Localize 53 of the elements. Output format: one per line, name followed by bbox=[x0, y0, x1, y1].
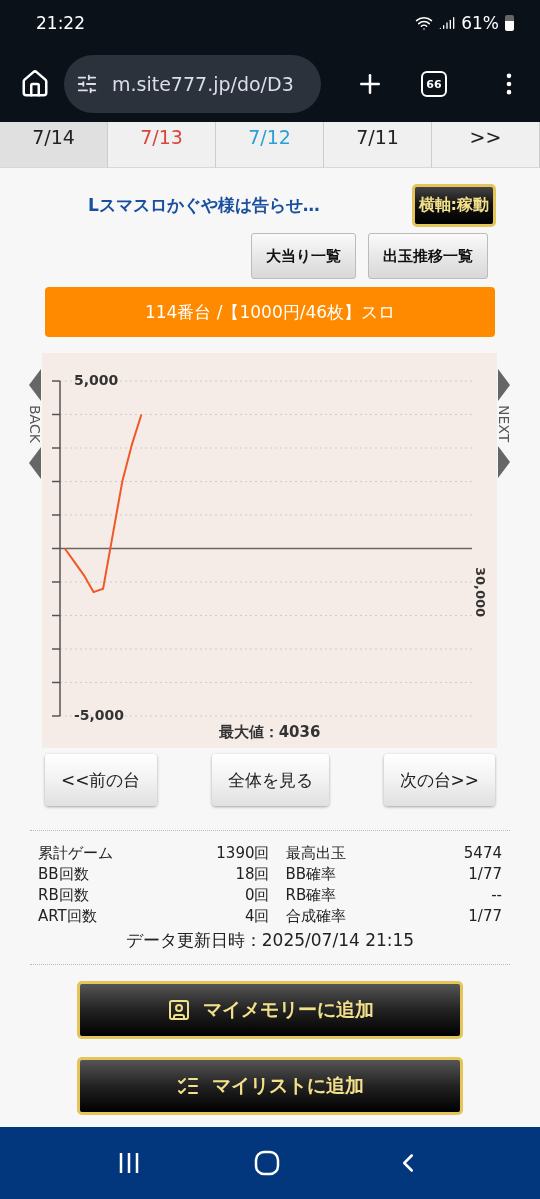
stat-value: 4回 bbox=[243, 906, 270, 927]
add-button[interactable]: マイリストに追加 bbox=[77, 1057, 463, 1115]
date-tab[interactable]: 7/13 bbox=[108, 122, 216, 168]
back-arrow-icon[interactable] bbox=[29, 369, 41, 401]
site-info-icon[interactable] bbox=[76, 73, 98, 95]
next-arrow-icon[interactable] bbox=[498, 369, 510, 401]
machine-name-link[interactable]: Lスマスロかぐや様は告らせ… bbox=[88, 194, 320, 217]
next-label[interactable]: NEXT bbox=[496, 405, 512, 443]
tab-count-button[interactable]: 66 bbox=[421, 71, 447, 97]
stat-value: 0回 bbox=[243, 885, 270, 906]
date-tab[interactable]: 7/11 bbox=[324, 122, 432, 168]
back-label[interactable]: BACK bbox=[27, 405, 43, 443]
home-button-icon[interactable] bbox=[254, 1150, 280, 1176]
stat-label: RB回数 bbox=[38, 885, 90, 906]
date-tab[interactable]: 7/14 bbox=[0, 122, 108, 168]
stat-label: 累計ゲーム bbox=[38, 843, 113, 864]
person-card-icon bbox=[166, 998, 191, 1022]
stat-label: BB確率 bbox=[285, 864, 338, 885]
battery-icon bbox=[505, 15, 514, 31]
max-value-text: 最大値：4036 bbox=[217, 723, 322, 742]
stat-label: 最高出玉 bbox=[285, 843, 346, 864]
stat-label: RB確率 bbox=[285, 885, 338, 906]
nav-button[interactable]: 全体を見る bbox=[211, 754, 329, 806]
date-tab[interactable]: >> bbox=[432, 122, 540, 168]
next-arrow-icon[interactable] bbox=[498, 446, 510, 479]
nav-button[interactable]: 次の台>> bbox=[383, 754, 495, 806]
stat-value: 5474 bbox=[462, 843, 502, 864]
url-text: m.site777.jp/do/D3 bbox=[112, 73, 294, 95]
stat-value: 18回 bbox=[234, 864, 270, 885]
battery-percent: 61% bbox=[461, 13, 499, 33]
status-time: 21:22 bbox=[36, 13, 85, 33]
stat-value: 1/77 bbox=[467, 864, 502, 885]
stat-value: -- bbox=[490, 885, 502, 906]
list-button[interactable]: 大当り一覧 bbox=[251, 233, 356, 279]
stat-label: ART回数 bbox=[38, 906, 98, 927]
signal-icon bbox=[439, 15, 456, 31]
stat-label: 合成確率 bbox=[285, 906, 346, 927]
axis-label: 5,000 bbox=[74, 372, 119, 388]
update-time: データ更新日時：2025/07/14 21:15 bbox=[124, 929, 416, 952]
nav-button[interactable]: <<前の台 bbox=[45, 754, 157, 806]
stat-value: 1390回 bbox=[215, 843, 270, 864]
stat-value: 1/77 bbox=[467, 906, 502, 927]
back-arrow-icon[interactable] bbox=[29, 446, 41, 479]
machine-title-bar: 114番台 /【1000円/46枚】スロ bbox=[45, 287, 495, 337]
wifi-icon bbox=[415, 14, 434, 32]
home-icon[interactable] bbox=[20, 69, 50, 99]
axis-label: -5,000 bbox=[74, 707, 125, 723]
stat-label: BB回数 bbox=[38, 864, 90, 885]
add-button[interactable]: マイメモリーに追加 bbox=[77, 981, 463, 1039]
axis-label: 30,000 bbox=[473, 566, 488, 618]
url-field[interactable]: m.site777.jp/do/D3 bbox=[64, 55, 321, 113]
axis-toggle-button[interactable]: 横軸:稼動 bbox=[411, 184, 496, 227]
list-button[interactable]: 出玉推移一覧 bbox=[368, 233, 488, 279]
